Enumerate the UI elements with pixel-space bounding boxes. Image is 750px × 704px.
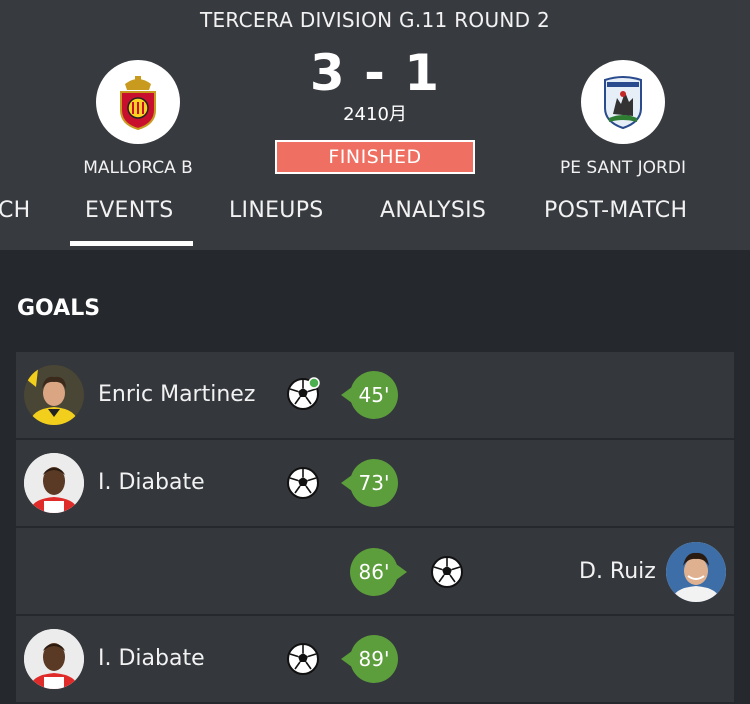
soccer-ball-icon [287, 467, 319, 499]
mallorca-crest-icon [120, 76, 156, 130]
player-name[interactable]: D. Ruiz [579, 559, 656, 584]
goal-minute-badge: 86' [350, 548, 407, 596]
player-avatar [24, 629, 84, 689]
away-team-crest[interactable] [581, 60, 665, 144]
tab-post-match[interactable]: POST-MATCH [544, 198, 687, 223]
goal-event-row[interactable]: Enric Martinez 45' [16, 352, 734, 438]
goal-minute-badge: 89' [341, 635, 398, 683]
goal-event-row[interactable]: I. Diabate 89' [16, 616, 734, 702]
away-team-name[interactable]: PE SANT JORDI [523, 158, 723, 178]
soccer-ball-icon [287, 377, 320, 410]
tab-match[interactable]: CH [0, 198, 31, 223]
goals-section-title: GOALS [17, 296, 101, 321]
player-avatar [666, 542, 726, 602]
goal-minute-badge: 73' [341, 459, 398, 507]
goal-minute-badge: 45' [341, 371, 398, 419]
goal-event-row[interactable]: I. Diabate 73' [16, 440, 734, 526]
player-name[interactable]: Enric Martinez [98, 382, 255, 407]
player-name[interactable]: I. Diabate [98, 646, 205, 671]
status-badge: FINISHED [275, 140, 475, 174]
player-avatar [24, 365, 84, 425]
match-date: 2410月 [343, 104, 407, 125]
match-header: TERCERA DIVISION G.11 ROUND 2 MALLORCA B… [0, 0, 750, 250]
active-tab-indicator [70, 241, 193, 246]
player-name[interactable]: I. Diabate [98, 470, 205, 495]
tab-analysis[interactable]: ANALYSIS [380, 198, 486, 223]
home-team-crest[interactable] [96, 60, 180, 144]
tab-lineups[interactable]: LINEUPS [229, 198, 324, 223]
tab-events[interactable]: EVENTS [85, 198, 174, 223]
competition-title: TERCERA DIVISION G.11 ROUND 2 [199, 8, 551, 32]
soccer-ball-icon [431, 556, 463, 588]
match-score: 3 - 1 [309, 44, 441, 102]
sant-jordi-crest-icon [604, 76, 642, 130]
player-avatar [24, 453, 84, 513]
soccer-ball-icon [287, 643, 319, 675]
goal-event-row[interactable]: 86' D. Ruiz [16, 528, 734, 614]
home-team-name[interactable]: MALLORCA B [38, 158, 238, 178]
